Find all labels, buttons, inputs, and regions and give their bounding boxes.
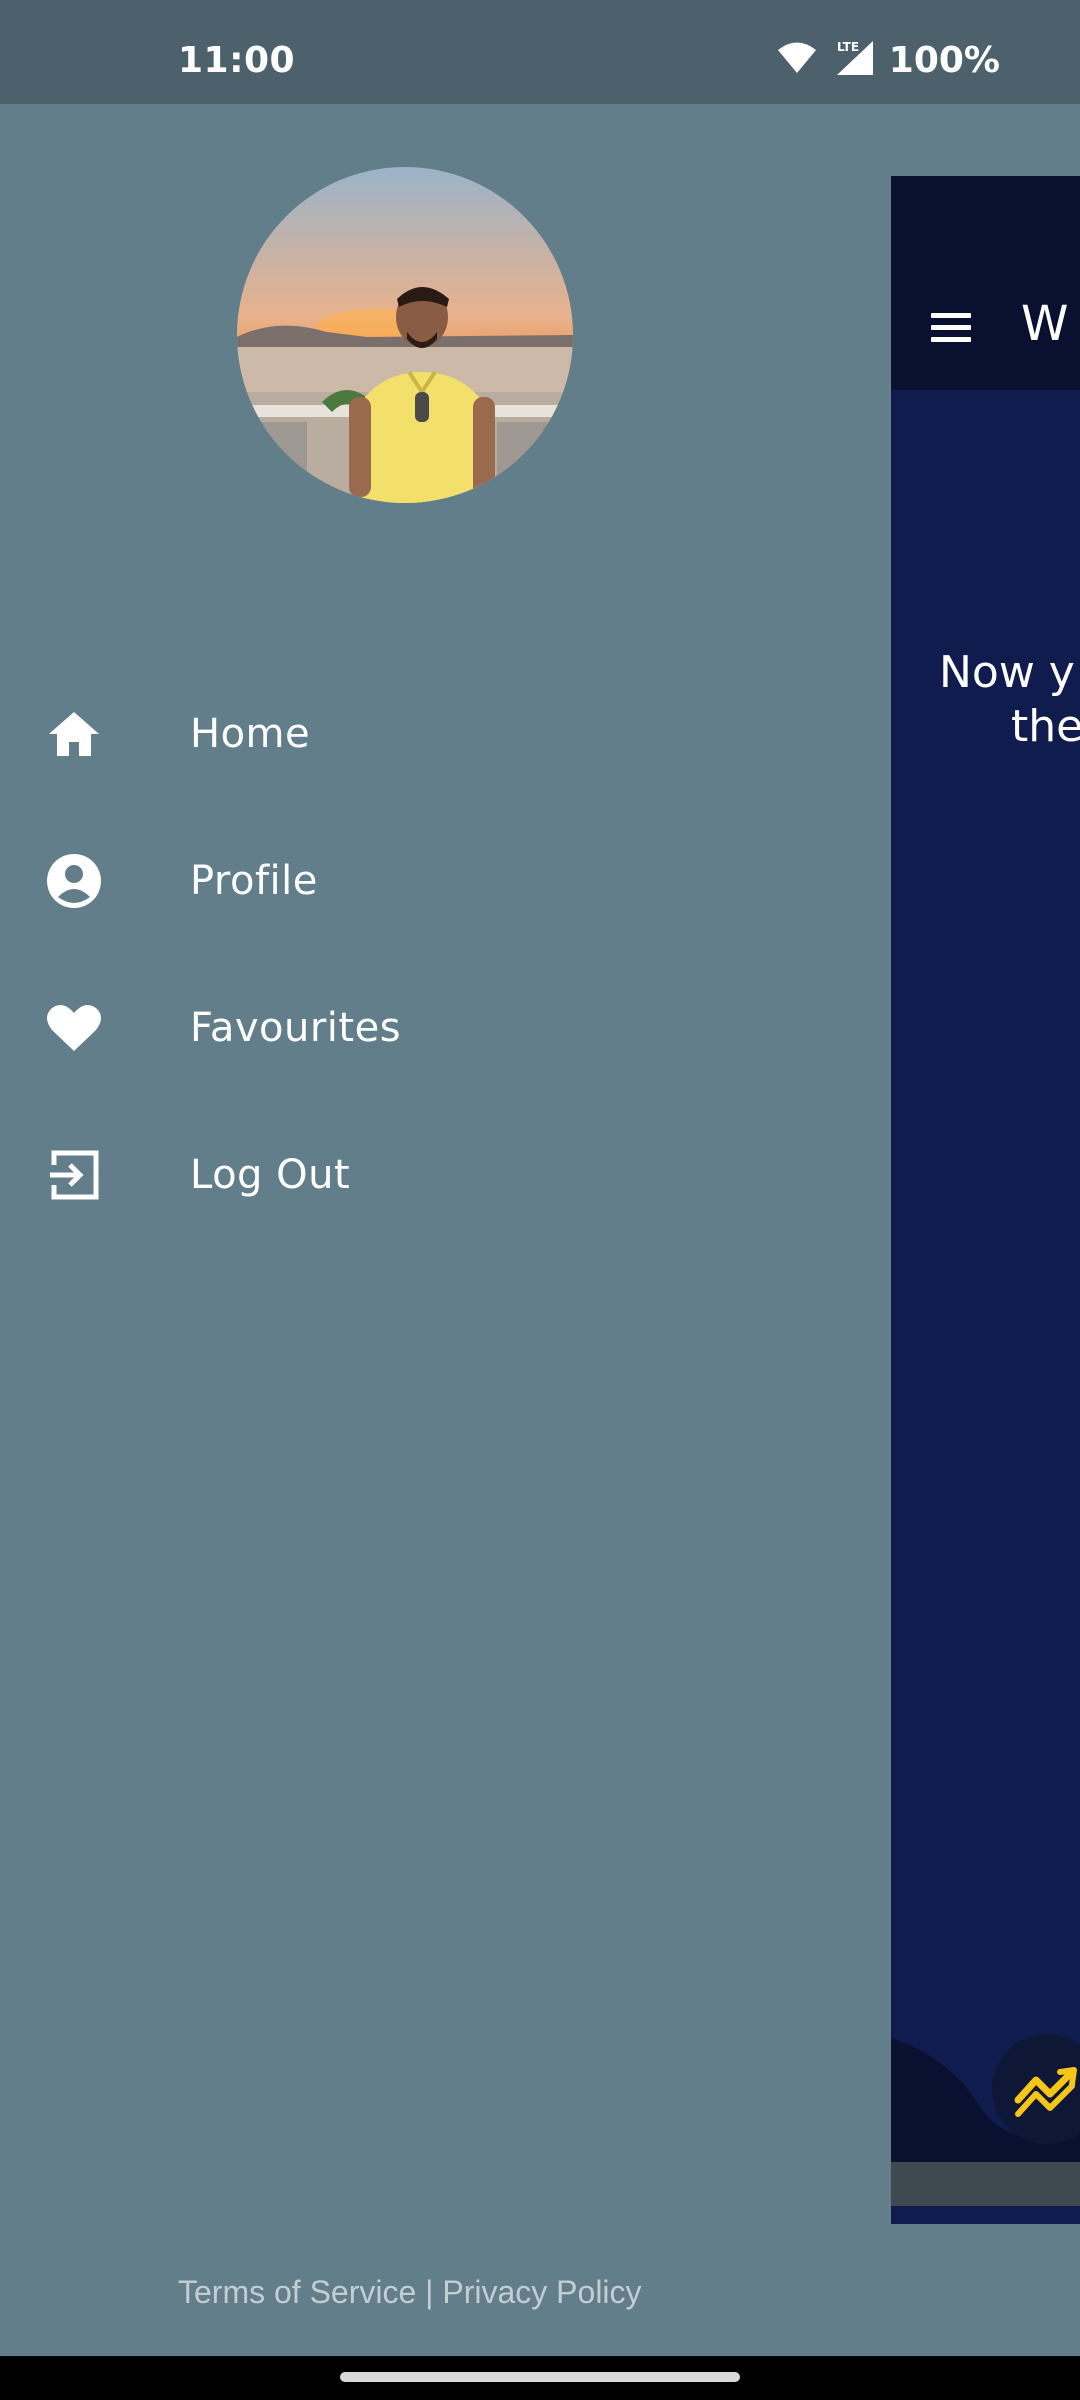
app-body-text: Now y the	[939, 646, 1080, 754]
status-bar: 11:00 LTE 100%	[0, 0, 1080, 104]
status-time: 11:00	[178, 40, 296, 81]
system-navigation-bar	[0, 2356, 1080, 2400]
terms-of-service-link[interactable]: Terms of Service	[178, 2274, 416, 2310]
avatar-photo	[237, 167, 573, 503]
signal-icon: LTE	[831, 39, 875, 81]
app-bottom-strip	[891, 2162, 1080, 2206]
menu-item-favourites[interactable]: Favourites	[0, 968, 880, 1088]
menu-label-home: Home	[190, 711, 311, 757]
home-icon	[44, 704, 104, 764]
body-line-2: the	[1011, 701, 1080, 752]
app-top-bar: W	[891, 176, 1080, 390]
background-app-preview[interactable]: W Now y the	[891, 176, 1080, 2224]
gesture-handle[interactable]	[340, 2372, 740, 2382]
privacy-policy-link[interactable]: Privacy Policy	[442, 2274, 641, 2310]
logout-icon	[44, 1145, 104, 1205]
menu-item-home[interactable]: Home	[0, 674, 880, 794]
account-circle-icon	[44, 851, 104, 911]
wifi-icon	[777, 41, 817, 79]
app-title: W	[1021, 296, 1069, 352]
network-type: LTE	[837, 40, 859, 54]
battery-percentage: 100%	[888, 39, 1000, 81]
status-icons: LTE 100%	[777, 39, 1000, 81]
trending-up-icon	[1014, 2067, 1077, 2117]
wave-tail	[860, 2052, 920, 2092]
body-line-1: Now y	[939, 647, 1075, 698]
trending-fab[interactable]	[992, 2034, 1080, 2144]
menu-label-logout: Log Out	[190, 1152, 351, 1198]
profile-avatar[interactable]	[237, 167, 573, 503]
menu-item-profile[interactable]: Profile	[0, 821, 880, 941]
heart-icon	[44, 998, 104, 1058]
menu-item-logout[interactable]: Log Out	[0, 1115, 880, 1235]
menu-label-profile: Profile	[190, 858, 318, 904]
hamburger-menu-icon[interactable]	[931, 313, 971, 343]
footer-separator: |	[416, 2274, 443, 2310]
menu-label-favourites: Favourites	[190, 1005, 402, 1051]
footer-links: Terms of Service | Privacy Policy	[178, 2274, 642, 2311]
